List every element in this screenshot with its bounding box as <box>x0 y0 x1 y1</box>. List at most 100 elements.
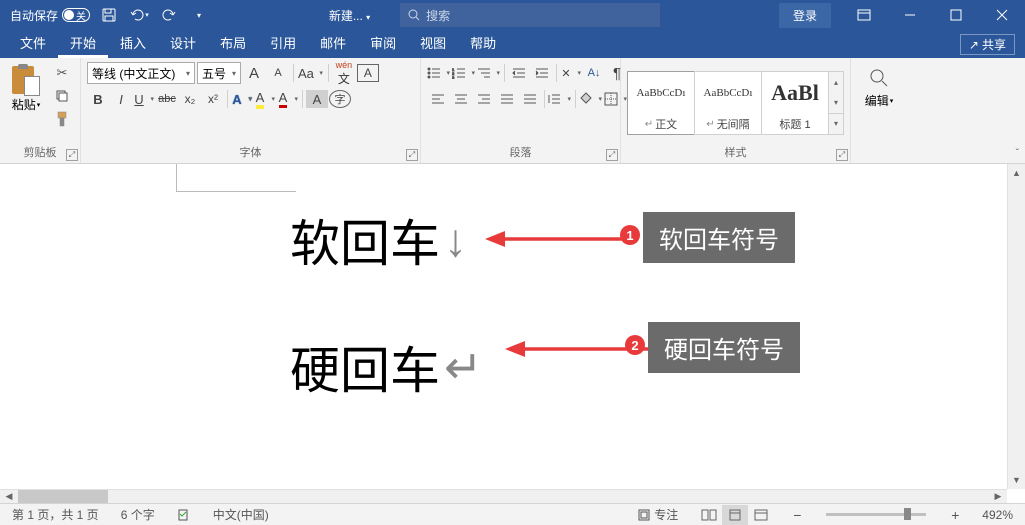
line-spacing-icon[interactable]: ▾ <box>548 88 572 110</box>
document-title[interactable]: 新建... ▾ <box>329 7 370 24</box>
font-size-combo[interactable]: 五号▾ <box>197 62 241 84</box>
phonetic-guide-icon[interactable]: wén文 <box>333 62 355 84</box>
align-justify-icon[interactable] <box>496 88 518 110</box>
tab-help[interactable]: 帮助 <box>458 27 508 58</box>
bullets-icon[interactable]: ▾ <box>427 62 451 84</box>
paste-button[interactable]: 粘贴▾ <box>6 62 46 115</box>
change-case-icon[interactable]: Aa▾ <box>298 62 324 84</box>
tab-view[interactable]: 视图 <box>408 27 458 58</box>
tab-mail[interactable]: 邮件 <box>308 27 358 58</box>
numbering-icon[interactable]: 123▾ <box>452 62 476 84</box>
style-heading1[interactable]: AaBl 标题 1 <box>761 71 829 135</box>
scroll-down-icon[interactable]: ▼ <box>1008 471 1025 489</box>
italic-button[interactable]: I <box>110 88 132 110</box>
text-direction-icon[interactable]: ✕▾ <box>560 62 582 84</box>
annotation-arrow-1 <box>480 214 640 264</box>
ribbon-display-icon[interactable] <box>841 0 887 30</box>
font-name-combo[interactable]: 等线 (中文正文)▾ <box>87 62 195 84</box>
text-effect-icon[interactable]: A▾ <box>231 88 253 110</box>
vertical-scrollbar[interactable]: ▲ ▼ <box>1007 164 1025 489</box>
group-clipboard: 粘贴▾ ✂ 剪贴板 ⤢ <box>0 58 81 163</box>
collapse-ribbon-icon[interactable]: ˇ <box>1016 148 1019 159</box>
paste-icon <box>12 64 40 96</box>
maximize-icon[interactable] <box>933 0 979 30</box>
tab-file[interactable]: 文件 <box>8 27 58 58</box>
underline-button[interactable]: U▾ <box>133 88 155 110</box>
redo-icon[interactable] <box>158 4 180 26</box>
group-font: 等线 (中文正文)▾ 五号▾ A A Aa▾ wén文 A B I U▾ abc… <box>81 58 421 163</box>
align-left-icon[interactable] <box>427 88 449 110</box>
superscript-button[interactable]: x² <box>202 88 224 110</box>
view-web-icon[interactable] <box>748 505 774 525</box>
font-color-icon[interactable]: A▾ <box>277 88 299 110</box>
multilevel-icon[interactable]: ▾ <box>477 62 501 84</box>
save-icon[interactable] <box>98 4 120 26</box>
group-font-label: 字体 <box>87 144 414 163</box>
style-normal[interactable]: AaBbCcDı ↵正文 <box>627 71 695 135</box>
scroll-right-icon[interactable]: ▶ <box>989 490 1007 503</box>
scroll-left-icon[interactable]: ◀ <box>0 490 18 503</box>
zoom-slider[interactable] <box>826 513 926 516</box>
shrink-font-icon[interactable]: A <box>267 62 289 84</box>
undo-icon[interactable]: ▾ <box>128 4 150 26</box>
char-border-icon[interactable]: A <box>357 64 379 82</box>
cut-icon[interactable]: ✂ <box>50 62 74 84</box>
status-focus[interactable]: 专注 <box>634 506 682 523</box>
annotation-callout-1: 软回车符号 <box>643 212 795 263</box>
style-nospacing[interactable]: AaBbCcDı ↵无间隔 <box>694 71 762 135</box>
group-paragraph-label: 段落 <box>427 144 614 163</box>
view-read-icon[interactable] <box>696 505 722 525</box>
zoom-in-button[interactable]: + <box>946 507 964 523</box>
indent-icon[interactable] <box>531 62 553 84</box>
hard-return-mark-icon: ↵ <box>444 340 483 394</box>
hscroll-thumb[interactable] <box>18 490 108 503</box>
tab-design[interactable]: 设计 <box>158 27 208 58</box>
scroll-up-icon[interactable]: ▲ <box>1008 164 1025 182</box>
tab-home[interactable]: 开始 <box>58 27 108 58</box>
zoom-level[interactable]: 492% <box>978 508 1017 522</box>
bold-button[interactable]: B <box>87 88 109 110</box>
document-area[interactable]: 软回车 ↓ 硬回车 ↵ 1 软回车符号 2 硬回车符号 <box>0 164 1007 489</box>
find-button[interactable]: 编辑▾ <box>857 62 901 109</box>
minimize-icon[interactable] <box>887 0 933 30</box>
tab-layout[interactable]: 布局 <box>208 27 258 58</box>
zoom-out-button[interactable]: − <box>788 507 806 523</box>
grow-font-icon[interactable]: A <box>243 62 265 84</box>
status-page[interactable]: 第 1 页，共 1 页 <box>8 506 103 523</box>
highlight-icon[interactable]: A▾ <box>254 88 276 110</box>
status-wordcount[interactable]: 6 个字 <box>117 506 159 523</box>
search-box[interactable]: 搜索 <box>400 3 660 27</box>
status-language[interactable]: 中文(中国) <box>209 506 273 523</box>
copy-icon[interactable] <box>50 85 74 107</box>
clipboard-launcher[interactable]: ⤢ <box>66 149 78 161</box>
font-launcher[interactable]: ⤢ <box>406 149 418 161</box>
login-button[interactable]: 登录 <box>779 3 831 28</box>
tab-review[interactable]: 审阅 <box>358 27 408 58</box>
styles-more[interactable]: ▴▾▾ <box>828 71 844 135</box>
paragraph-launcher[interactable]: ⤢ <box>606 149 618 161</box>
autosave-toggle[interactable]: 自动保存 关 <box>10 7 90 24</box>
shading-icon[interactable]: ▾ <box>579 88 603 110</box>
strikethrough-button[interactable]: abc <box>156 88 178 110</box>
tab-references[interactable]: 引用 <box>258 27 308 58</box>
sort-icon[interactable]: A↓ <box>583 62 605 84</box>
qat-customize-icon[interactable]: ▾ <box>188 4 210 26</box>
format-painter-icon[interactable] <box>50 108 74 130</box>
page-corner <box>176 164 296 192</box>
search-placeholder: 搜索 <box>426 7 450 24</box>
outdent-icon[interactable] <box>508 62 530 84</box>
align-distribute-icon[interactable] <box>519 88 541 110</box>
title-bar: 自动保存 关 ▾ ▾ 新建... ▾ 搜索 登录 <box>0 0 1025 30</box>
view-print-icon[interactable] <box>722 505 748 525</box>
subscript-button[interactable]: x₂ <box>179 88 201 110</box>
share-button[interactable]: ↗共享 <box>960 34 1015 55</box>
char-shading-icon[interactable]: A <box>306 90 328 108</box>
styles-launcher[interactable]: ⤢ <box>836 149 848 161</box>
horizontal-scrollbar[interactable]: ◀ ▶ <box>0 489 1007 503</box>
status-proofing-icon[interactable] <box>173 508 195 522</box>
align-right-icon[interactable] <box>473 88 495 110</box>
close-icon[interactable] <box>979 0 1025 30</box>
align-center-icon[interactable] <box>450 88 472 110</box>
tab-insert[interactable]: 插入 <box>108 27 158 58</box>
enclosed-char-icon[interactable]: 字 <box>329 90 351 108</box>
